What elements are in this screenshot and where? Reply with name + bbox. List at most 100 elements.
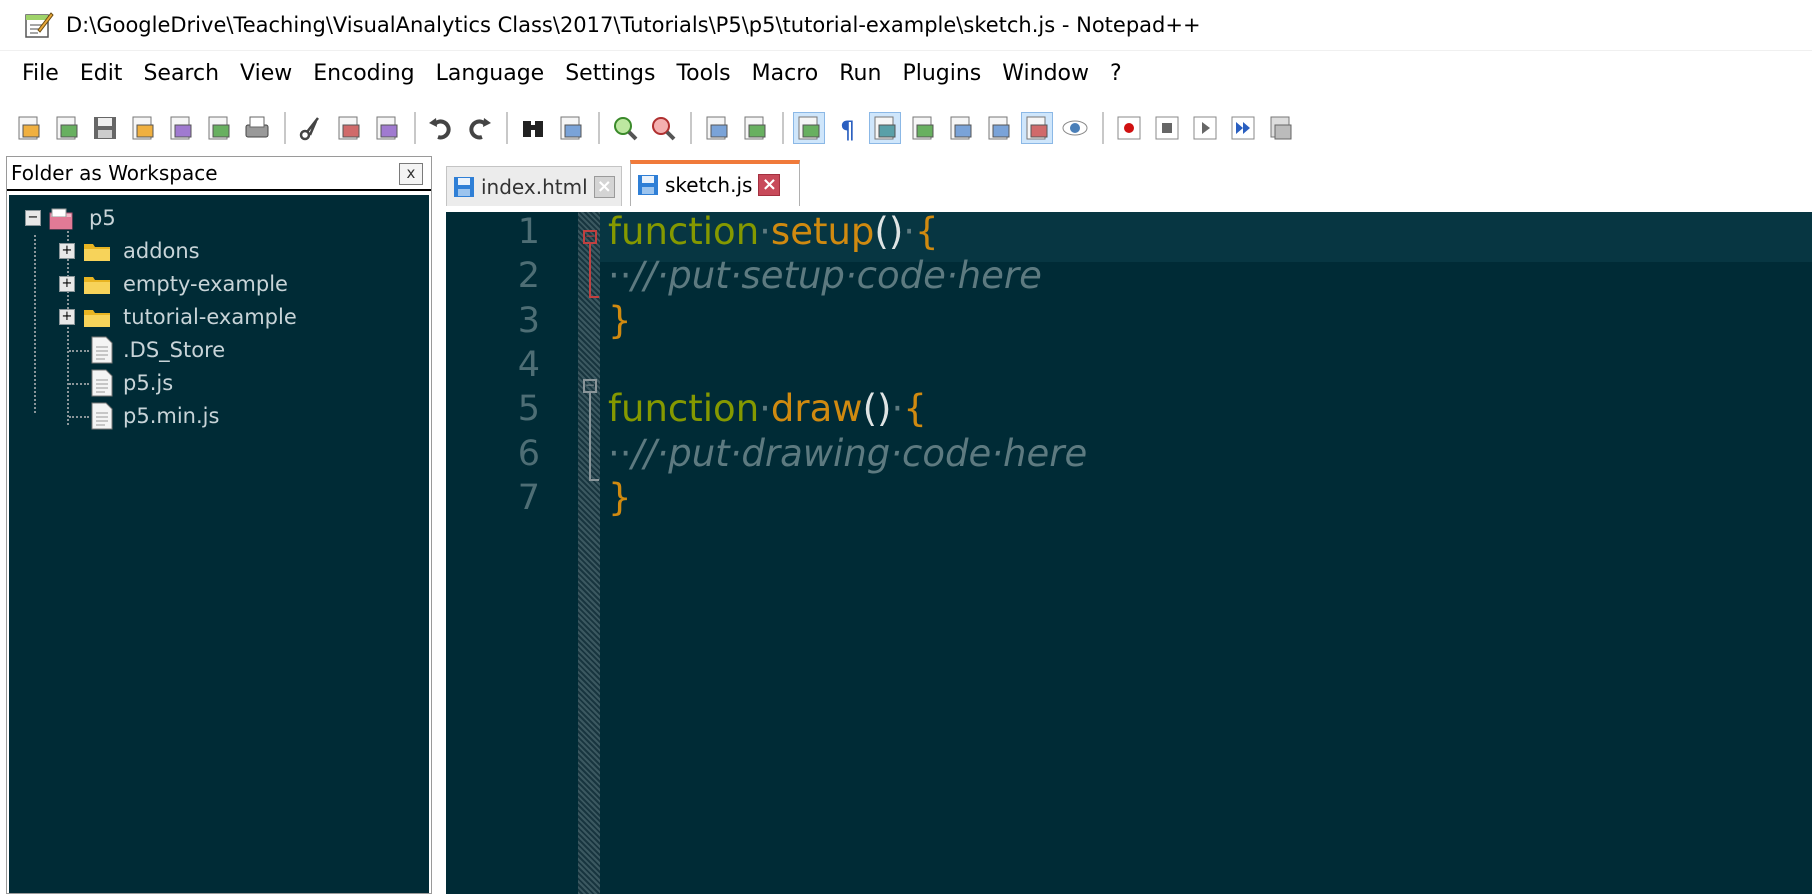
tree-file-p5-js[interactable]: p5.js <box>91 366 173 400</box>
redo-icon[interactable] <box>464 113 494 143</box>
menu-bar: File Edit Search View Encoding Language Settin… <box>0 54 1812 92</box>
replace-icon[interactable] <box>556 113 586 143</box>
folder-icon <box>83 306 113 328</box>
tree-root-p5[interactable]: − p5 <box>25 201 116 235</box>
code-token: function <box>608 212 760 253</box>
paste-icon[interactable] <box>372 113 402 143</box>
code-editor[interactable]: 1234567 − − function·setup()·{··//·put·s… <box>446 212 1812 894</box>
code-token: //·put·setup·code·here <box>631 254 1042 298</box>
menu-view[interactable]: View <box>234 61 307 86</box>
copy-icon[interactable] <box>334 113 364 143</box>
open-file-icon[interactable] <box>52 113 82 143</box>
line-number: 7 <box>517 477 540 518</box>
menu-run[interactable]: Run <box>833 61 896 86</box>
menu-search[interactable]: Search <box>137 61 234 86</box>
close-tab-icon[interactable]: × <box>593 175 615 198</box>
new-file-icon[interactable] <box>14 113 44 143</box>
fold-line <box>589 244 591 296</box>
sync-vertical-icon[interactable] <box>702 113 732 143</box>
tab-sketch-js[interactable]: sketch.js × <box>630 160 800 206</box>
menu-encoding[interactable]: Encoding <box>307 61 429 86</box>
folder-icon <box>83 240 113 262</box>
menu-settings[interactable]: Settings <box>559 61 670 86</box>
tree-folder-empty-example[interactable]: + empty-example <box>59 267 288 301</box>
expand-icon[interactable]: + <box>59 309 75 325</box>
collapse-icon[interactable]: − <box>25 210 41 226</box>
menu-window[interactable]: Window <box>996 61 1104 86</box>
code-token: · <box>891 387 904 431</box>
fold-collapse-icon[interactable]: − <box>583 379 597 393</box>
code-token: () <box>862 387 892 431</box>
play-macro-icon[interactable] <box>1190 113 1220 143</box>
tree-connector <box>69 350 89 352</box>
cut-icon[interactable] <box>296 113 326 143</box>
panel-header: Folder as Workspace x <box>7 157 431 191</box>
word-wrap-icon[interactable] <box>793 112 825 144</box>
expand-icon[interactable]: + <box>59 243 75 259</box>
line-number-gutter: 1234567 <box>446 212 546 894</box>
close-icon[interactable] <box>166 113 196 143</box>
menu-plugins[interactable]: Plugins <box>896 61 996 86</box>
tree-folder-addons[interactable]: + addons <box>59 234 200 268</box>
menu-language[interactable]: Language <box>430 61 560 86</box>
menu-tools[interactable]: Tools <box>670 61 745 86</box>
code-token: } <box>608 475 632 519</box>
code-token: · <box>759 212 771 253</box>
code-token: ·· <box>608 254 632 298</box>
record-macro-icon[interactable] <box>1114 113 1144 143</box>
toolbar: ¶ <box>0 106 1812 150</box>
fold-line <box>589 393 591 479</box>
panel-close-button[interactable]: x <box>399 163 423 185</box>
find-icon[interactable] <box>518 113 548 143</box>
tab-label: index.html <box>481 174 588 199</box>
indent-guide-icon[interactable] <box>869 112 901 144</box>
folder-icon <box>83 273 113 295</box>
tree-connector <box>69 416 89 418</box>
tree-file-ds-store[interactable]: .DS_Store <box>91 333 225 367</box>
panel-title: Folder as Workspace <box>11 161 218 185</box>
menu-macro[interactable]: Macro <box>746 61 834 86</box>
code-line: function·setup()·{ <box>608 212 939 253</box>
line-number: 1 <box>517 212 540 252</box>
code-line: function·draw()·{ <box>608 387 927 430</box>
save-icon[interactable] <box>90 113 120 143</box>
print-icon[interactable] <box>242 113 272 143</box>
folder-workspace-panel: Folder as Workspace x − p5 + addons + em… <box>6 156 432 894</box>
function-list-icon[interactable] <box>984 113 1014 143</box>
fold-margin[interactable] <box>578 212 600 894</box>
code-line: } <box>608 476 632 519</box>
menu-help[interactable]: ? <box>1104 61 1137 86</box>
show-all-chars-icon[interactable]: ¶ <box>832 113 862 144</box>
code-token: ·· <box>608 431 632 475</box>
undo-icon[interactable] <box>426 113 456 143</box>
monitor-icon[interactable] <box>1060 113 1090 143</box>
code-token: { <box>915 212 939 253</box>
code-token: draw <box>770 387 863 431</box>
file-icon <box>91 336 113 364</box>
tab-index-html[interactable]: index.html × <box>446 166 622 206</box>
close-all-icon[interactable] <box>204 113 234 143</box>
udl-icon[interactable] <box>908 113 938 143</box>
tree-label: empty-example <box>123 272 288 296</box>
zoom-out-icon[interactable] <box>648 113 678 143</box>
fold-collapse-icon[interactable]: − <box>583 230 597 244</box>
menu-edit[interactable]: Edit <box>74 61 138 86</box>
folder-workspace-icon[interactable] <box>1021 112 1053 144</box>
save-all-icon[interactable] <box>128 113 158 143</box>
toolbar-separator <box>414 112 416 144</box>
expand-icon[interactable]: + <box>59 276 75 292</box>
zoom-in-icon[interactable] <box>610 113 640 143</box>
doc-map-icon[interactable] <box>946 113 976 143</box>
save-macro-icon[interactable] <box>1266 113 1296 143</box>
tree-connector <box>69 383 89 385</box>
close-tab-icon[interactable]: × <box>758 174 781 196</box>
tree-folder-tutorial-example[interactable]: + tutorial-example <box>59 300 297 334</box>
stop-record-icon[interactable] <box>1152 113 1182 143</box>
sync-horizontal-icon[interactable] <box>740 113 770 143</box>
menu-file[interactable]: File <box>0 61 74 86</box>
run-macro-multiple-icon[interactable] <box>1228 113 1258 143</box>
tree-file-p5-min-js[interactable]: p5.min.js <box>91 399 219 433</box>
code-token: } <box>608 298 632 342</box>
window-title: D:\GoogleDrive\Teaching\VisualAnalytics … <box>66 13 1201 37</box>
line-number: 2 <box>517 256 540 297</box>
